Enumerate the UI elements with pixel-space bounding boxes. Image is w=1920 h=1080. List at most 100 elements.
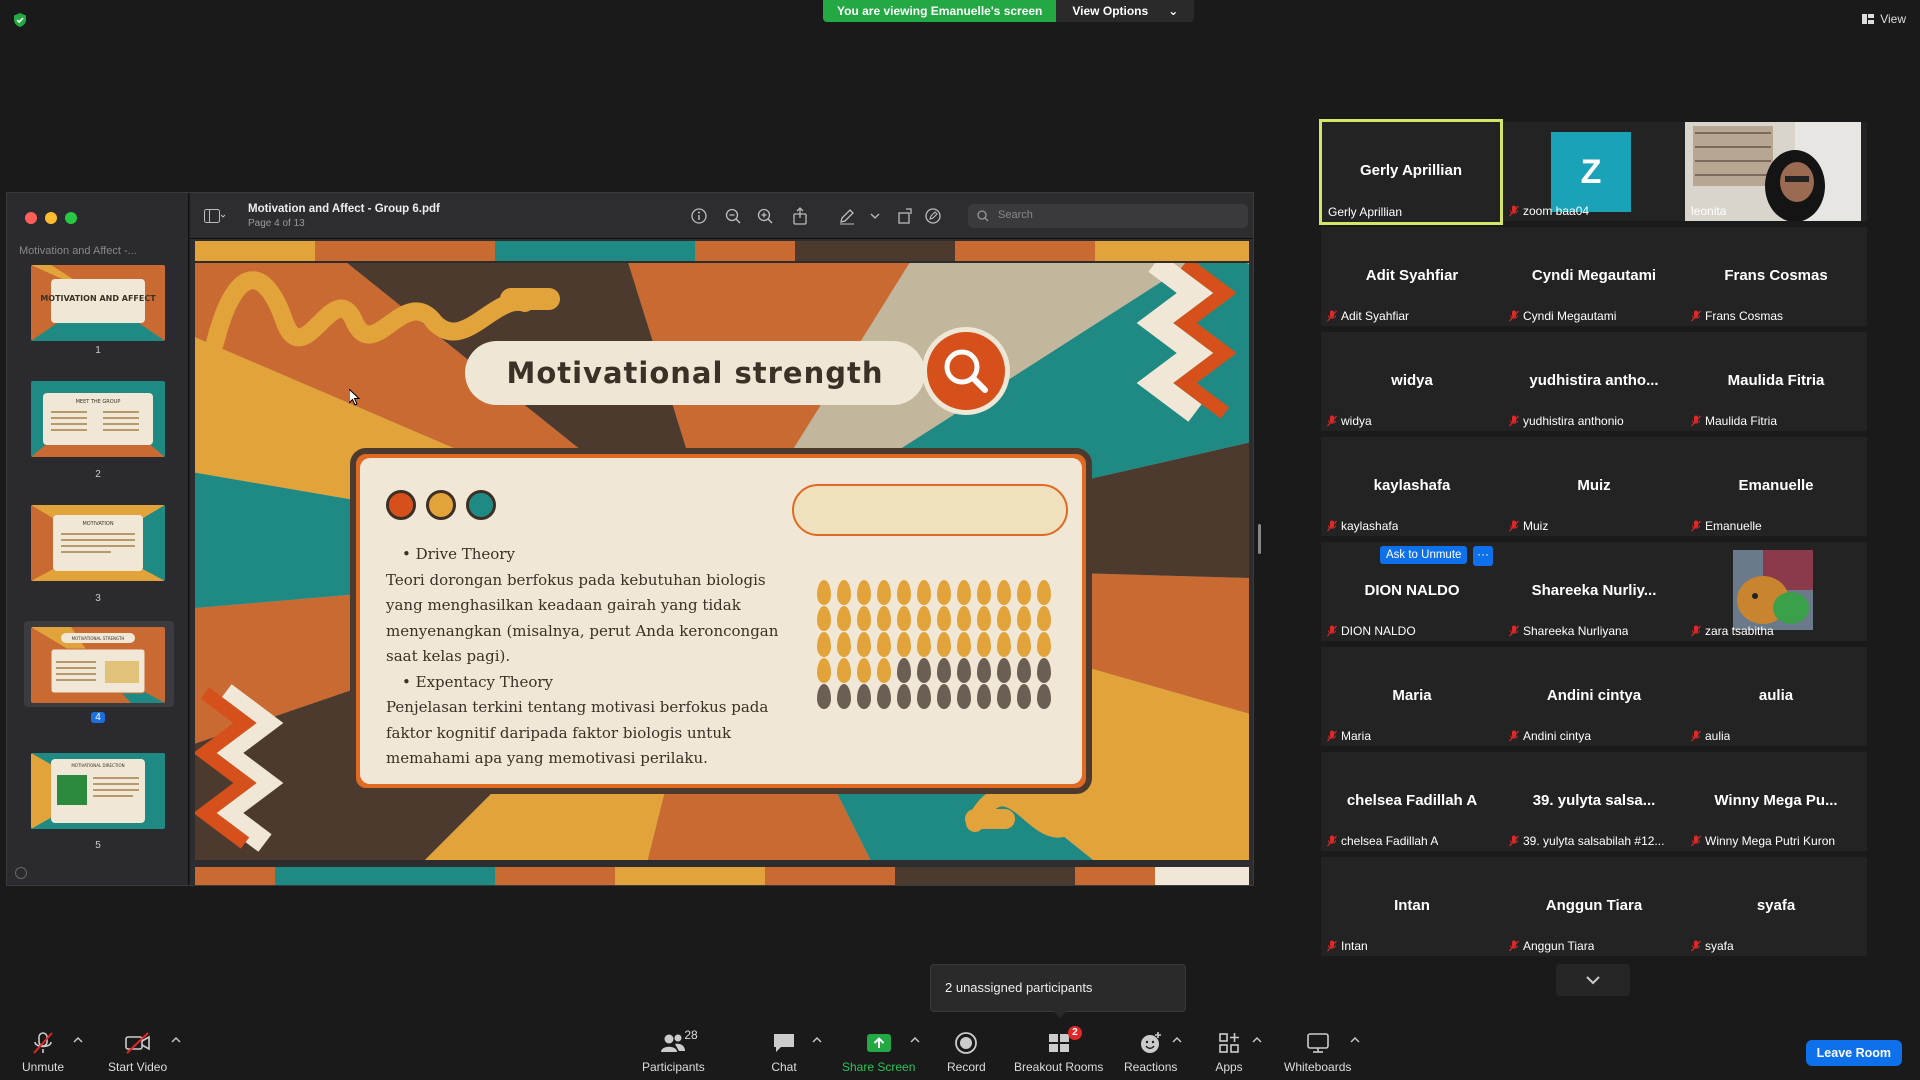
microphone-muted-icon — [1327, 625, 1337, 637]
whiteboard-icon — [1306, 1033, 1329, 1053]
participant-tile[interactable]: Gerly Aprillian Gerly Aprillian — [1319, 119, 1503, 225]
audio-options-caret-icon[interactable] — [73, 1036, 83, 1044]
decorative-seed — [1037, 684, 1051, 709]
participant-name: chelsea Fadillah A — [1346, 792, 1478, 809]
minimize-window-icon[interactable] — [45, 212, 57, 224]
view-options-button[interactable]: View Options ⌄ — [1056, 0, 1195, 22]
participant-tile[interactable]: Adit Syahfiar Adit Syahfiar — [1321, 227, 1503, 326]
maximize-window-icon[interactable] — [65, 212, 77, 224]
participant-label: Emanuelle — [1691, 519, 1762, 533]
participant-label: aulia — [1691, 729, 1730, 743]
participant-tile[interactable]: 39. yulyta salsa... 39. yulyta salsabilah… — [1503, 752, 1685, 851]
participant-name: Shareeka Nurliy... — [1531, 582, 1657, 599]
participant-label: widya — [1327, 414, 1372, 428]
participant-tile[interactable]: Intan Intan — [1321, 857, 1503, 956]
participant-tile[interactable]: Anggun Tiara Anggun Tiara — [1503, 857, 1685, 956]
zoom-in-icon[interactable] — [756, 207, 774, 225]
security-shield-icon[interactable] — [12, 12, 28, 28]
previous-page-edge — [195, 241, 1249, 261]
participant-tile[interactable]: aulia aulia — [1685, 647, 1867, 746]
participant-tile[interactable]: Zzoom baa04 — [1503, 122, 1685, 221]
add-page-icon[interactable] — [15, 867, 27, 879]
leave-room-button[interactable]: Leave Room — [1805, 1040, 1902, 1066]
start-video-button[interactable]: Start Video — [108, 1028, 167, 1074]
pdf-search-field[interactable]: Search — [968, 204, 1248, 228]
zoom-out-icon[interactable] — [724, 207, 742, 225]
microphone-muted-icon — [1691, 835, 1701, 847]
apps-caret-icon[interactable] — [1252, 1036, 1262, 1044]
view-button[interactable]: View — [1862, 12, 1906, 26]
decorative-seed — [817, 684, 831, 709]
more-options-button[interactable]: ··· — [1473, 546, 1493, 566]
participant-tile[interactable]: Maulida Fitria Maulida Fitria — [1685, 332, 1867, 431]
share-options-caret-icon[interactable] — [910, 1036, 920, 1044]
chevron-down-icon[interactable] — [866, 207, 884, 225]
microphone-muted-icon — [1327, 415, 1337, 427]
breakout-rooms-button[interactable]: 2 Breakout Rooms — [1014, 1026, 1103, 1074]
video-options-caret-icon[interactable] — [171, 1036, 181, 1044]
participant-tile[interactable]: yudhistira antho... yudhistira anthonio — [1503, 332, 1685, 431]
decorative-seed — [897, 606, 911, 631]
whiteboards-caret-icon[interactable] — [1350, 1036, 1360, 1044]
decorative-seed — [817, 580, 831, 605]
pdf-thumbnail-sidebar: Motivation and Affect -... MOTIVATION AN… — [7, 193, 189, 885]
participant-tile[interactable]: Andini cintya Andini cintya — [1503, 647, 1685, 746]
participant-tile[interactable]: syafa syafa — [1685, 857, 1867, 956]
unmute-button[interactable]: Unmute — [22, 1028, 64, 1074]
participant-label: Intan — [1327, 939, 1368, 953]
decorative-seed — [1037, 658, 1051, 683]
annotate-icon[interactable] — [924, 207, 942, 225]
page-thumbnail-4[interactable]: MOTIVATIONAL STRENGTH — [31, 627, 165, 703]
participant-label-text: Gerly Aprillian — [1328, 205, 1403, 219]
chat-button[interactable]: Chat — [769, 1028, 799, 1074]
sidebar-toggle-icon[interactable] — [204, 209, 226, 223]
chat-options-caret-icon[interactable] — [812, 1036, 822, 1044]
apps-button[interactable]: Apps — [1214, 1028, 1244, 1074]
participant-tile[interactable]: zara tsabitha — [1685, 542, 1867, 641]
markup-pen-icon[interactable] — [838, 207, 856, 225]
participant-label-text: zoom baa04 — [1523, 204, 1590, 218]
close-window-icon[interactable] — [25, 212, 37, 224]
participant-tile[interactable]: chelsea Fadillah A chelsea Fadillah A — [1321, 752, 1503, 851]
ask-to-unmute-button[interactable]: Ask to Unmute — [1380, 546, 1468, 564]
panel-splitter-handle[interactable] — [1258, 524, 1261, 554]
microphone-muted-icon — [1509, 835, 1519, 847]
participant-tile[interactable]: widya widya — [1321, 332, 1503, 431]
share-icon[interactable] — [791, 207, 809, 225]
participant-tile[interactable]: Frans Cosmas Frans Cosmas — [1685, 227, 1867, 326]
page-thumbnail-3[interactable]: MOTIVATION — [31, 505, 165, 581]
page-thumbnail-1[interactable]: MOTIVATION AND AFFECT — [31, 265, 165, 341]
participants-button[interactable]: 28 Participants — [642, 1028, 705, 1074]
participant-tile[interactable]: Shareeka Nurliy... Shareeka Nurliyana — [1503, 542, 1685, 641]
participant-tile[interactable]: Cyndi Megautami Cyndi Megautami — [1503, 227, 1685, 326]
participant-tile[interactable]: Muiz Muiz — [1503, 437, 1685, 536]
record-button[interactable]: Record — [947, 1028, 986, 1074]
participant-label: Winny Mega Putri Kuron — [1691, 834, 1835, 848]
info-icon[interactable] — [690, 207, 708, 225]
participant-name: Intan — [1394, 897, 1430, 914]
page-thumbnail-2[interactable]: MEET THE GROUP — [31, 381, 165, 457]
mouse-cursor-icon — [349, 389, 361, 406]
rotate-icon[interactable] — [896, 207, 914, 225]
page-thumbnail-5[interactable]: MOTIVATIONAL DIRECTION — [31, 753, 165, 829]
participant-tile[interactable]: kaylashafa kaylashafa — [1321, 437, 1503, 536]
chat-icon — [774, 1034, 794, 1052]
decorative-seed — [1037, 632, 1051, 657]
participant-tile[interactable]: Emanuelle Emanuelle — [1685, 437, 1867, 536]
participant-tile[interactable]: Maria Maria — [1321, 647, 1503, 746]
participant-tile[interactable]: Winny Mega Pu... Winny Mega Putri Kuron — [1685, 752, 1867, 851]
microphone-muted-icon — [1691, 730, 1701, 742]
participant-name: Andini cintya — [1546, 687, 1642, 704]
record-label: Record — [947, 1060, 986, 1074]
participant-tile[interactable]: leonita — [1685, 122, 1867, 221]
share-screen-button[interactable]: Share Screen — [842, 1028, 915, 1074]
whiteboards-button[interactable]: Whiteboards — [1284, 1028, 1351, 1074]
participants-icon — [661, 1034, 686, 1052]
reactions-button[interactable]: Reactions — [1124, 1028, 1177, 1074]
microphone-muted-icon — [1509, 205, 1519, 217]
reactions-caret-icon[interactable] — [1172, 1036, 1182, 1044]
decorative-seed — [997, 684, 1011, 709]
gallery-next-page-button[interactable] — [1556, 964, 1630, 996]
participant-label-text: Winny Mega Putri Kuron — [1705, 834, 1836, 848]
shared-screen-pdf-viewer: Motivation and Affect -... MOTIVATION AN… — [6, 192, 1254, 886]
